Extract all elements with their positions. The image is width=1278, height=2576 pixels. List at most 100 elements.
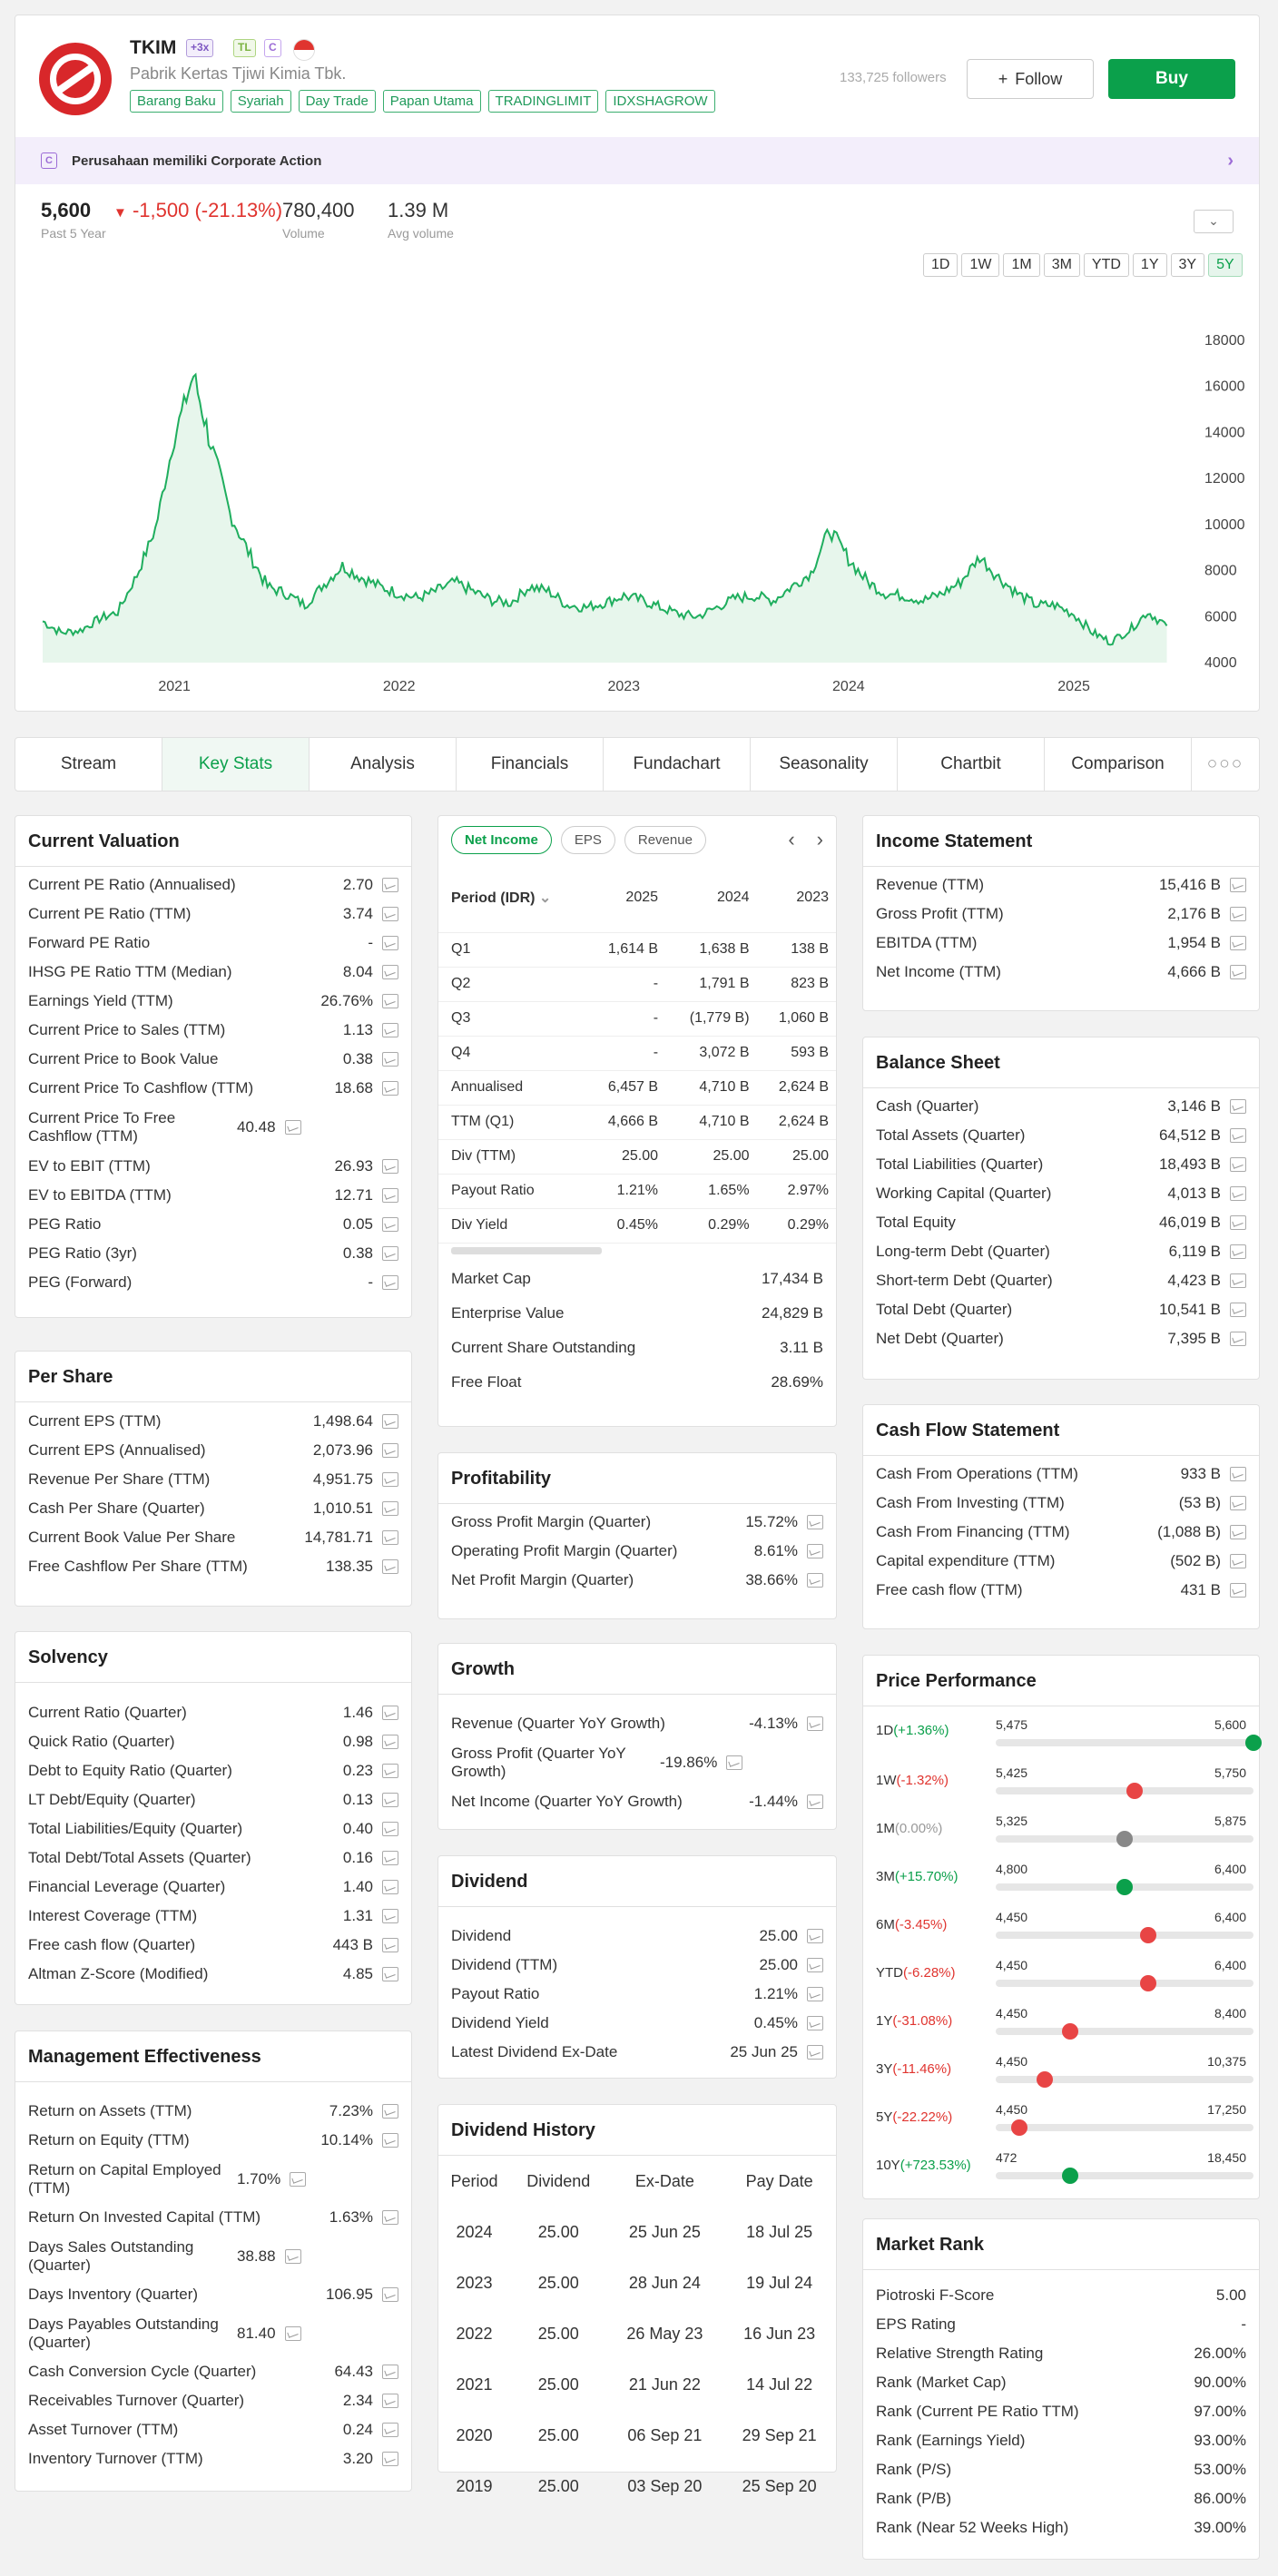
chart-icon[interactable] xyxy=(1230,1186,1246,1201)
corporate-action-banner[interactable]: C Perusahaan memiliki Corporate Action › xyxy=(15,137,1259,184)
chart-icon[interactable] xyxy=(382,1188,398,1203)
chart-icon[interactable] xyxy=(382,1938,398,1952)
chart-icon[interactable] xyxy=(1230,936,1246,950)
chart-icon[interactable] xyxy=(382,1822,398,1836)
chart-icon[interactable] xyxy=(807,2045,823,2060)
chart-icon[interactable] xyxy=(382,1217,398,1232)
range-3y[interactable]: 3Y xyxy=(1170,253,1205,277)
pill-revenue[interactable]: Revenue xyxy=(624,825,706,854)
tag-barang-baku[interactable]: Barang Baku xyxy=(130,90,223,113)
chart-icon[interactable] xyxy=(382,2104,398,2119)
tab-seasonality[interactable]: Seasonality xyxy=(751,738,898,791)
chart-icon[interactable] xyxy=(382,1909,398,1923)
chart-icon[interactable] xyxy=(1230,1525,1246,1539)
range-1w[interactable]: 1W xyxy=(961,253,1000,277)
chart-icon[interactable] xyxy=(807,2016,823,2030)
chart-icon[interactable] xyxy=(382,2394,398,2408)
pill-net-income[interactable]: Net Income xyxy=(451,825,552,854)
chart-icon[interactable] xyxy=(1230,1099,1246,1114)
chart-icon[interactable] xyxy=(807,1573,823,1588)
chart-icon[interactable] xyxy=(382,1559,398,1574)
chart-icon[interactable] xyxy=(1230,1215,1246,1230)
chart-icon[interactable] xyxy=(1230,1244,1246,1259)
chart-icon[interactable] xyxy=(807,1515,823,1529)
chart-icon[interactable] xyxy=(807,1544,823,1558)
tag-papan-utama[interactable]: Papan Utama xyxy=(382,90,481,113)
chart-icon[interactable] xyxy=(382,2423,398,2437)
chart-icon[interactable] xyxy=(1230,878,1246,892)
range-5y[interactable]: 5Y xyxy=(1208,253,1243,277)
chart-icon[interactable] xyxy=(382,1706,398,1720)
range-1y[interactable]: 1Y xyxy=(1132,253,1167,277)
chart-icon[interactable] xyxy=(382,1275,398,1290)
tab-key-stats[interactable]: Key Stats xyxy=(162,738,310,791)
tag-tradinglimit[interactable]: TRADINGLIMIT xyxy=(487,90,599,113)
range-1m[interactable]: 1M xyxy=(1003,253,1040,277)
chart-icon[interactable] xyxy=(382,1967,398,1981)
chart-icon[interactable] xyxy=(382,1880,398,1894)
chart-icon[interactable] xyxy=(382,1246,398,1261)
chart-icon[interactable] xyxy=(1230,907,1246,921)
tag-idxshagrow[interactable]: IDXSHAGROW xyxy=(605,90,715,113)
chart-icon[interactable] xyxy=(382,1414,398,1429)
chart-icon[interactable] xyxy=(382,1501,398,1516)
tag-syariah[interactable]: Syariah xyxy=(230,90,291,113)
chart-icon[interactable] xyxy=(726,1755,743,1770)
chart-icon[interactable] xyxy=(382,1081,398,1096)
pill-eps[interactable]: EPS xyxy=(560,825,615,854)
chart-icon[interactable] xyxy=(1230,965,1246,979)
more-icon[interactable]: ○○○ xyxy=(1192,738,1259,791)
chart-icon[interactable] xyxy=(1230,1273,1246,1288)
tab-analysis[interactable]: Analysis xyxy=(310,738,457,791)
chart-icon[interactable] xyxy=(382,1764,398,1778)
chart-icon[interactable] xyxy=(382,2452,398,2466)
tab-stream[interactable]: Stream xyxy=(15,738,162,791)
chart-icon[interactable] xyxy=(1230,1303,1246,1317)
period-header[interactable]: Period (IDR) ⌄ xyxy=(438,863,586,933)
chart-icon[interactable] xyxy=(382,1052,398,1067)
chart-icon[interactable] xyxy=(382,1851,398,1865)
chart-icon[interactable] xyxy=(807,1716,823,1731)
chart-icon[interactable] xyxy=(807,1987,823,2001)
chart-icon[interactable] xyxy=(382,994,398,1008)
chart-icon[interactable] xyxy=(1230,1554,1246,1568)
chart-icon[interactable] xyxy=(1230,1496,1246,1510)
chevron-down-icon[interactable]: ⌄ xyxy=(1194,210,1234,233)
tab-fundachart[interactable]: Fundachart xyxy=(604,738,751,791)
tab-financials[interactable]: Financials xyxy=(457,738,604,791)
chart-icon[interactable] xyxy=(1230,1128,1246,1143)
chart-icon[interactable] xyxy=(382,936,398,950)
range-1d[interactable]: 1D xyxy=(923,253,958,277)
chart-icon[interactable] xyxy=(284,1120,301,1135)
chart-icon[interactable] xyxy=(382,1443,398,1458)
chart-icon[interactable] xyxy=(807,1794,823,1809)
buy-button[interactable]: Buy xyxy=(1108,59,1235,99)
chart-icon[interactable] xyxy=(382,907,398,921)
chart-icon[interactable] xyxy=(382,965,398,979)
chart-icon[interactable] xyxy=(382,1472,398,1487)
chart-icon[interactable] xyxy=(382,2210,398,2225)
chart-icon[interactable] xyxy=(807,1929,823,1943)
chart-icon[interactable] xyxy=(1230,1467,1246,1481)
chart-icon[interactable] xyxy=(284,2325,301,2341)
follow-button[interactable]: + Follow xyxy=(967,59,1094,99)
tag-day-trade[interactable]: Day Trade xyxy=(298,90,376,113)
chart-icon[interactable] xyxy=(807,1958,823,1972)
chart-icon[interactable] xyxy=(382,1159,398,1174)
chart-icon[interactable] xyxy=(382,1735,398,1749)
chart-icon[interactable] xyxy=(382,2287,398,2302)
range-ytd[interactable]: YTD xyxy=(1083,253,1129,277)
tab-chartbit[interactable]: Chartbit xyxy=(898,738,1045,791)
tab-comparison[interactable]: Comparison xyxy=(1045,738,1192,791)
chevron-right-icon[interactable]: › xyxy=(817,828,823,851)
chart-icon[interactable] xyxy=(284,2248,301,2264)
horizontal-scrollbar[interactable] xyxy=(451,1246,602,1254)
chart-icon[interactable] xyxy=(1230,1332,1246,1346)
chart-icon[interactable] xyxy=(382,878,398,892)
range-3m[interactable]: 3M xyxy=(1043,253,1080,277)
chart-icon[interactable] xyxy=(382,1793,398,1807)
chart-icon[interactable] xyxy=(1230,1583,1246,1598)
chart-icon[interactable] xyxy=(382,1530,398,1545)
chart-icon[interactable] xyxy=(382,1023,398,1037)
chart-icon[interactable] xyxy=(1230,1157,1246,1172)
